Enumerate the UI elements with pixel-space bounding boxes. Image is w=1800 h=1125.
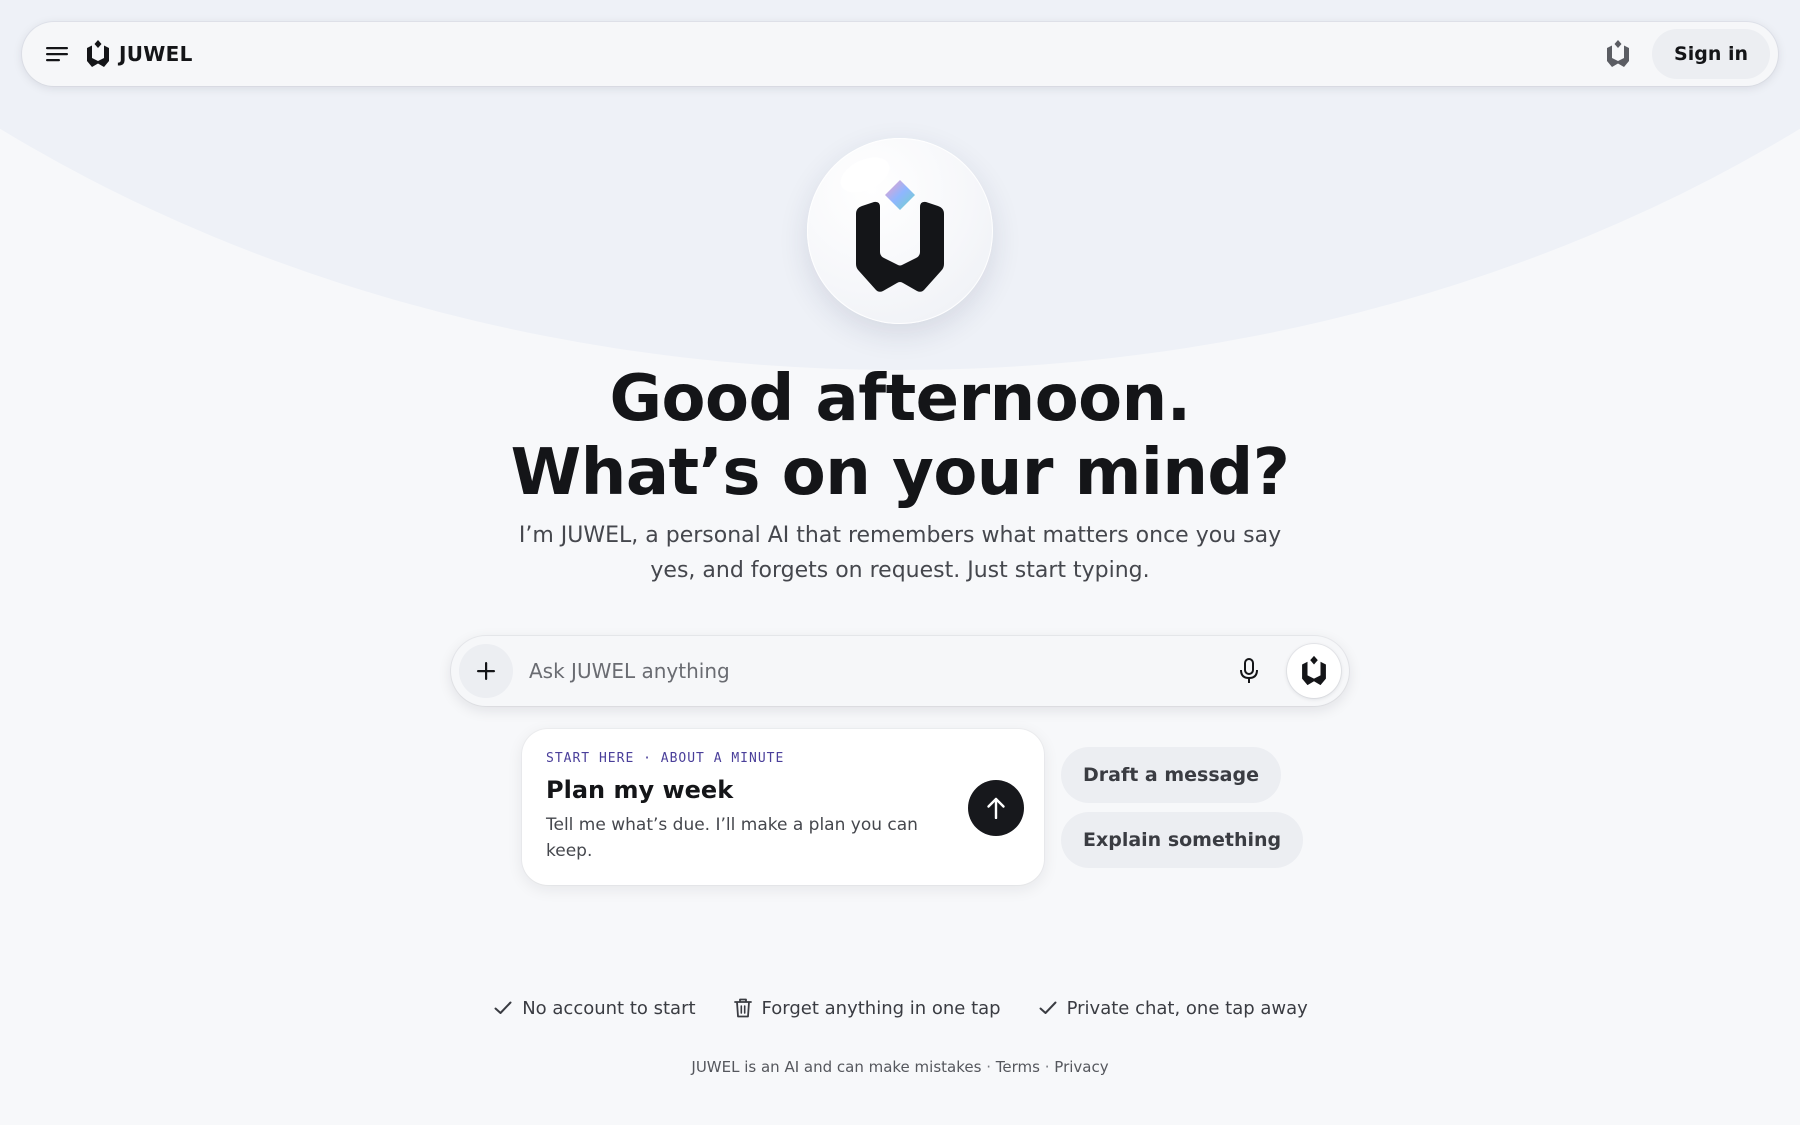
feature-item: Private chat, one tap away <box>1037 997 1308 1019</box>
feature-label: No account to start <box>522 997 696 1019</box>
chip-explain-something[interactable]: Explain something <box>1061 812 1304 868</box>
privacy-link[interactable]: Privacy <box>1054 1058 1108 1076</box>
microphone-icon <box>1240 658 1258 683</box>
card-description: Tell me what’s due. I’ll make a plan you… <box>546 815 918 861</box>
arrow-up-icon <box>987 797 1005 819</box>
feature-label: Private chat, one tap away <box>1066 997 1308 1019</box>
juwel-mark-icon <box>856 180 944 292</box>
page-title: Good afternoon. What’s on your mind? <box>0 362 1800 510</box>
microphone-button[interactable] <box>1229 651 1269 691</box>
feature-item: Forget anything in one tap <box>732 997 1001 1019</box>
feature-list: No account to start Forget anything in o… <box>0 997 1800 1019</box>
headline-line-2: What’s on your mind? <box>510 436 1290 510</box>
card-title: Plan my week <box>546 776 734 804</box>
feature-item: No account to start <box>492 997 696 1019</box>
brand-name: JUWEL <box>119 42 193 66</box>
composer <box>451 636 1349 706</box>
suggestion-card-plan-week[interactable]: START HERE · ABOUT A MINUTE Plan my week… <box>522 729 1044 885</box>
footer-separator: · <box>1044 1058 1050 1076</box>
attach-button[interactable] <box>459 644 513 698</box>
juwel-logo-icon <box>86 39 112 69</box>
footer-disclaimer: JUWEL is an AI and can make mistakes <box>691 1058 982 1076</box>
juwel-orb-logo <box>807 138 993 324</box>
sign-in-button[interactable]: Sign in <box>1652 29 1770 79</box>
plus-icon <box>477 662 495 680</box>
intro-text: I’m JUWEL, a personal AI that remembers … <box>518 523 1282 583</box>
card-eyebrow: START HERE · ABOUT A MINUTE <box>546 751 785 766</box>
send-button[interactable] <box>1287 644 1341 698</box>
check-icon <box>1037 997 1059 1019</box>
headline-line-1: Good afternoon. <box>609 362 1191 436</box>
chip-draft-message[interactable]: Draft a message <box>1061 747 1281 803</box>
card-submit-button[interactable] <box>968 780 1024 836</box>
juwel-gem-icon <box>1302 655 1326 686</box>
brand[interactable]: JUWEL <box>86 39 193 69</box>
gem-icon[interactable] <box>1604 39 1632 69</box>
page: JUWEL Sign in Good afternoon. What’s on … <box>0 0 1800 1125</box>
trash-icon <box>732 997 754 1019</box>
chat-input[interactable] <box>513 644 1229 698</box>
check-icon <box>492 997 514 1019</box>
hamburger-icon[interactable] <box>42 39 72 69</box>
footer: JUWEL is an AI and can make mistakes · T… <box>0 1058 1800 1076</box>
top-bar: JUWEL Sign in <box>22 22 1778 86</box>
terms-link[interactable]: Terms <box>996 1058 1040 1076</box>
feature-label: Forget anything in one tap <box>761 997 1001 1019</box>
footer-separator: · <box>986 1058 991 1076</box>
